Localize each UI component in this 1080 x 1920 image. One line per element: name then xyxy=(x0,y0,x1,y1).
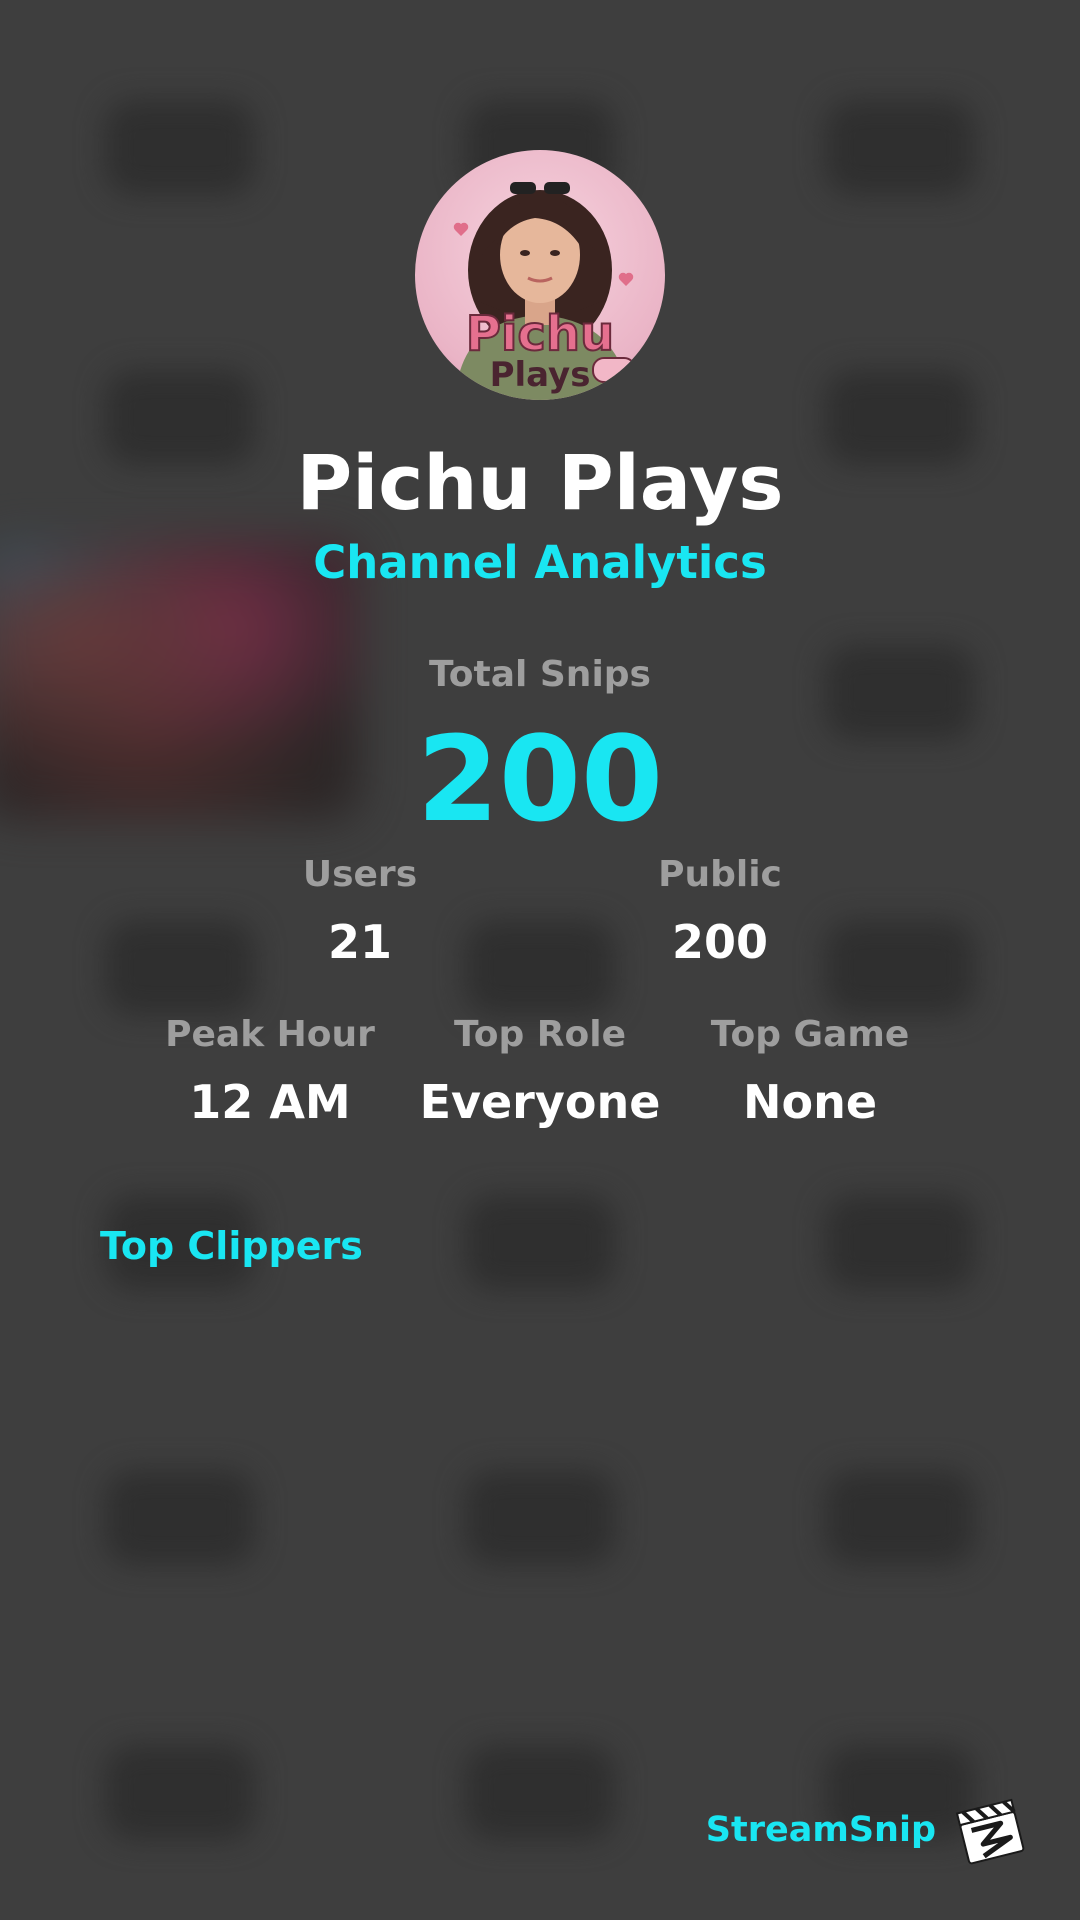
stat-value: Everyone xyxy=(419,1075,661,1129)
stat-top-game: Top Game None xyxy=(675,1012,945,1132)
stat-label: Public xyxy=(658,854,782,895)
svg-text:Pichu: Pichu xyxy=(466,306,614,362)
stat-value: 200 xyxy=(671,915,769,969)
stat-value: None xyxy=(742,1075,878,1129)
avatar: Pichu Plays xyxy=(415,150,665,400)
stat-label: Users xyxy=(302,854,418,895)
stat-label: Peak Hour xyxy=(165,1014,375,1055)
total-snips-value: 200 xyxy=(416,710,664,848)
stat-value: 21 xyxy=(327,915,392,969)
stat-label: Top Game xyxy=(710,1014,910,1055)
total-snips-label: Total Snips xyxy=(429,654,651,695)
top-clippers-heading: Top Clippers xyxy=(100,1224,363,1268)
stat-value: 12 AM xyxy=(189,1075,351,1129)
stat-public: Public 200 xyxy=(600,852,840,972)
stat-users: Users 21 xyxy=(240,852,480,972)
clapperboard-icon xyxy=(952,1792,1028,1868)
stat-peak-hour: Peak Hour 12 AM xyxy=(135,1012,405,1132)
page-subtitle: Channel Analytics xyxy=(313,536,767,589)
brand-footer: StreamSnip xyxy=(706,1792,1028,1868)
analytics-card: Pichu Plays Pichu Plays Channel Analytic… xyxy=(0,0,1080,1920)
channel-name: Pichu Plays xyxy=(296,438,784,527)
stat-label: Top Role xyxy=(453,1014,627,1055)
pichu-plays-avatar: Pichu Plays xyxy=(453,182,636,400)
svg-text:Plays: Plays xyxy=(490,355,591,395)
brand-name: StreamSnip xyxy=(705,1810,936,1850)
stat-top-role: Top Role Everyone xyxy=(405,1012,675,1132)
